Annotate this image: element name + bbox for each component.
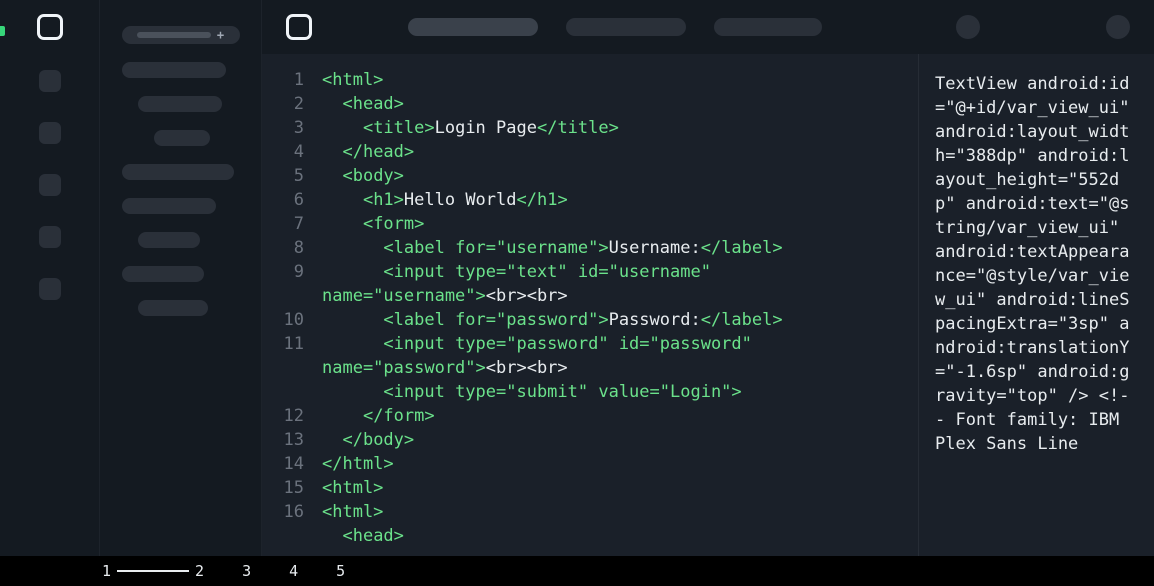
sidebar-item[interactable] — [122, 164, 234, 180]
code-line[interactable]: <title>Login Page</title> — [322, 116, 918, 140]
line-number: 2 — [262, 92, 304, 116]
code-line[interactable]: <html> — [322, 476, 918, 500]
sidebar-item[interactable] — [122, 198, 216, 214]
side-panel: TextView android:id="@+id/var_view_ui" a… — [918, 54, 1154, 556]
code-content[interactable]: <html> <head> <title>Login Page</title> … — [322, 68, 918, 556]
line-number: 12 — [262, 404, 304, 428]
code-line[interactable]: <input type="text" id="username" — [322, 260, 918, 284]
editor-logo-icon[interactable] — [286, 14, 312, 40]
ruler-line — [117, 570, 189, 572]
line-number: 6 — [262, 188, 304, 212]
line-number: 4 — [262, 140, 304, 164]
code-line[interactable]: name="username"><br><br> — [322, 284, 918, 308]
bottom-ruler: 1 2 3 4 5 — [0, 556, 1154, 586]
action-icon[interactable] — [1106, 15, 1130, 39]
code-line[interactable]: </body> — [322, 428, 918, 452]
code-line[interactable]: <head> — [322, 524, 918, 548]
activity-bar — [0, 0, 100, 556]
sidebar-header[interactable]: + — [122, 26, 240, 44]
line-number: 15 — [262, 476, 304, 500]
sidebar-item[interactable] — [138, 232, 200, 248]
line-number: 9 — [262, 260, 304, 284]
line-number: 16 — [262, 500, 304, 524]
activity-item[interactable] — [39, 122, 61, 144]
code-line[interactable]: </form> — [322, 404, 918, 428]
code-line[interactable]: name="password"><br><br> — [322, 356, 918, 380]
sidebar-item[interactable] — [138, 96, 222, 112]
ruler-number: 5 — [330, 562, 351, 580]
activity-item[interactable] — [39, 174, 61, 196]
tab-bar — [262, 0, 1154, 54]
app-logo-icon[interactable] — [37, 14, 63, 40]
active-indicator — [0, 26, 5, 36]
code-line[interactable]: <head> — [322, 92, 918, 116]
editor-column: 123456789 1011 1213141516 <html> <head> … — [262, 0, 1154, 556]
ruler-number: 3 — [236, 562, 257, 580]
code-line[interactable]: <input type="submit" value="Login"> — [322, 380, 918, 404]
tab[interactable] — [714, 18, 822, 36]
line-number — [262, 356, 304, 380]
line-number: 13 — [262, 428, 304, 452]
line-number: 11 — [262, 332, 304, 356]
sidebar: + — [100, 0, 262, 556]
line-number — [262, 284, 304, 308]
code-line[interactable]: <h1>Hello World</h1> — [322, 188, 918, 212]
code-line[interactable]: <html> — [322, 500, 918, 524]
line-number: 8 — [262, 236, 304, 260]
editor-body: 123456789 1011 1213141516 <html> <head> … — [262, 54, 1154, 556]
code-line[interactable]: <label for="password">Password:</label> — [322, 308, 918, 332]
ruler-number: 2 — [189, 562, 210, 580]
code-pane[interactable]: 123456789 1011 1213141516 <html> <head> … — [262, 54, 918, 556]
ruler-number: 1 — [96, 562, 117, 580]
line-number: 14 — [262, 452, 304, 476]
ruler-number: 4 — [283, 562, 304, 580]
sidebar-title-placeholder — [137, 32, 211, 38]
code-line[interactable]: <body> — [322, 164, 918, 188]
code-line[interactable]: </head> — [322, 140, 918, 164]
line-number: 3 — [262, 116, 304, 140]
add-icon[interactable]: + — [217, 28, 224, 42]
sidebar-item[interactable] — [122, 266, 204, 282]
tab[interactable] — [566, 18, 686, 36]
tab-active[interactable] — [408, 18, 538, 36]
side-panel-text: TextView android:id="@+id/var_view_ui" a… — [935, 72, 1138, 456]
app-root: + 12 — [0, 0, 1154, 586]
workspace: + 12 — [0, 0, 1154, 556]
code-line[interactable]: <input type="password" id="password" — [322, 332, 918, 356]
code-line[interactable]: </html> — [322, 452, 918, 476]
line-gutter: 123456789 1011 1213141516 — [262, 68, 322, 556]
sidebar-item[interactable] — [138, 300, 208, 316]
line-number: 5 — [262, 164, 304, 188]
action-icon[interactable] — [956, 15, 980, 39]
sidebar-item[interactable] — [154, 130, 210, 146]
line-number: 10 — [262, 308, 304, 332]
line-number: 7 — [262, 212, 304, 236]
code-line[interactable]: <label for="username">Username:</label> — [322, 236, 918, 260]
sidebar-item[interactable] — [122, 62, 226, 78]
line-number — [262, 380, 304, 404]
activity-item[interactable] — [39, 70, 61, 92]
activity-item[interactable] — [39, 226, 61, 248]
activity-item[interactable] — [39, 278, 61, 300]
line-number: 1 — [262, 68, 304, 92]
code-line[interactable]: <html> — [322, 68, 918, 92]
code-line[interactable]: <form> — [322, 212, 918, 236]
